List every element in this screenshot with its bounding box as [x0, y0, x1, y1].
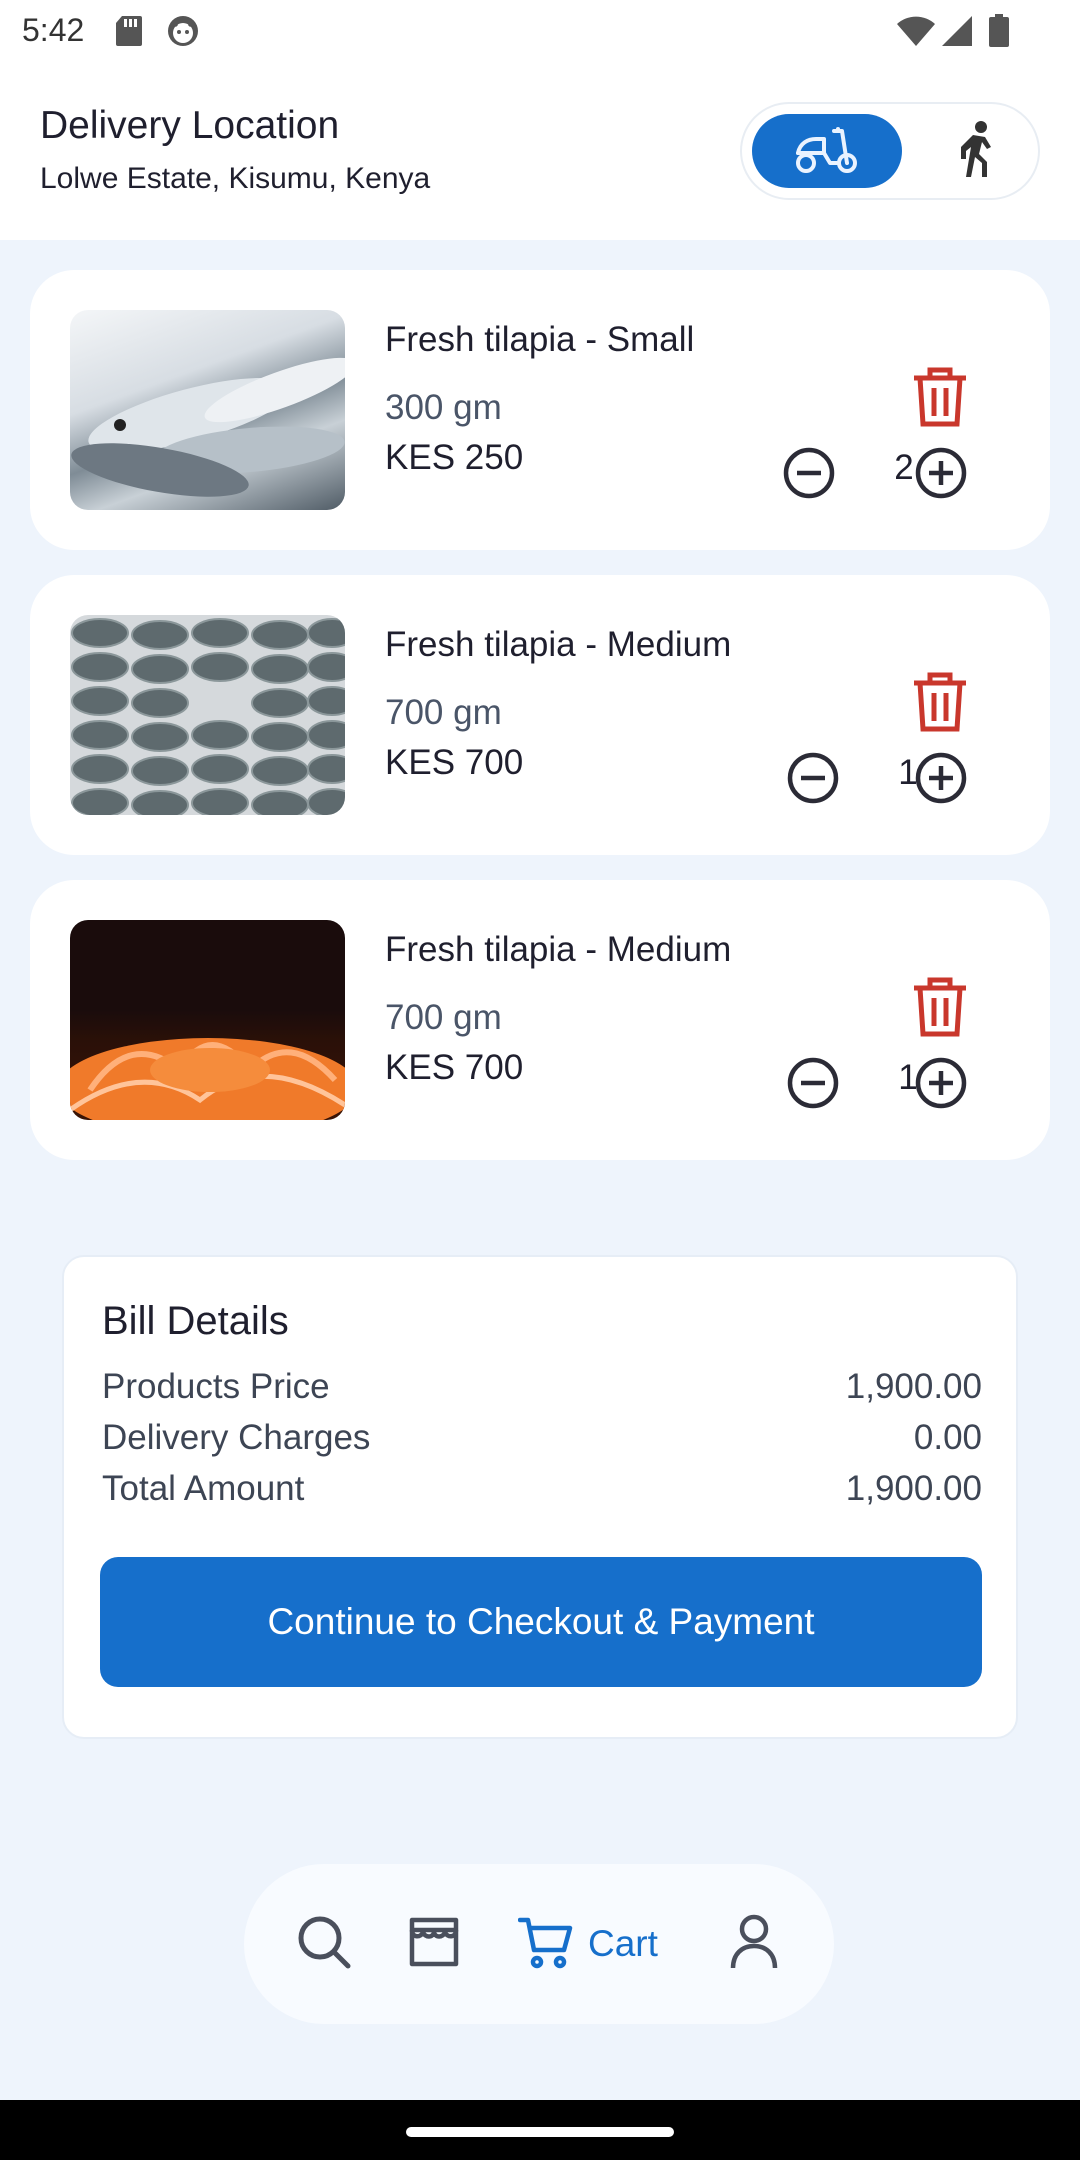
- scooter-icon: [794, 123, 860, 180]
- decrease-quantity-button[interactable]: [782, 446, 836, 500]
- status-time: 5:42: [22, 12, 85, 48]
- item-name: Fresh tilapia - Medium: [385, 930, 732, 969]
- bottom-navigation: Cart: [244, 1864, 834, 2024]
- bill-row-value: 1,900.00: [845, 1469, 982, 1508]
- item-weight: 700 gm: [385, 998, 502, 1037]
- pickup-mode-button[interactable]: [932, 114, 1022, 188]
- item-price: KES 250: [385, 438, 524, 477]
- sd-card-icon: [114, 14, 144, 53]
- minus-circle-icon: [786, 752, 840, 809]
- item-name: Fresh tilapia - Medium: [385, 625, 732, 664]
- nav-cart-label: Cart: [588, 1923, 658, 1964]
- item-weight: 700 gm: [385, 693, 502, 732]
- bill-row-label: Delivery Charges: [102, 1418, 371, 1457]
- bill-row-label: Products Price: [102, 1367, 330, 1406]
- status-bar: 5:42: [0, 0, 1080, 62]
- minus-circle-icon: [786, 1057, 840, 1114]
- bill-row-products-price: Products Price 1,900.00: [102, 1367, 982, 1413]
- delete-item-button[interactable]: [910, 366, 970, 428]
- nav-cart[interactable]: Cart: [517, 1914, 658, 1975]
- increase-quantity-button[interactable]: [914, 751, 968, 805]
- plus-circle-icon: [914, 447, 968, 504]
- item-weight: 300 gm: [385, 388, 502, 427]
- fish-on-ice-photo[interactable]: [70, 310, 345, 510]
- salmon-slices-photo[interactable]: [70, 920, 345, 1120]
- checkout-button[interactable]: Continue to Checkout & Payment: [100, 1557, 982, 1687]
- search-icon: [296, 1914, 352, 1975]
- cart-item: Fresh tilapia - Small 300 gm KES 250 2: [30, 270, 1050, 550]
- trash-icon: [910, 672, 970, 737]
- delivery-mode-toggle: [740, 102, 1040, 200]
- increase-quantity-button[interactable]: [914, 1056, 968, 1110]
- trash-icon: [910, 977, 970, 1042]
- minus-circle-icon: [782, 447, 836, 504]
- home-gesture-handle[interactable]: [406, 2127, 674, 2137]
- delete-item-button[interactable]: [910, 976, 970, 1038]
- bill-row-value: 1,900.00: [845, 1367, 982, 1406]
- delivery-mode-button[interactable]: [752, 114, 902, 188]
- bill-title: Bill Details: [102, 1299, 289, 1343]
- android-face-icon: [166, 14, 200, 53]
- bill-row-total-amount: Total Amount 1,900.00: [102, 1469, 982, 1515]
- profile-icon: [730, 1914, 778, 1975]
- wifi-icon: [896, 14, 936, 53]
- delivery-address[interactable]: Lolwe Estate, Kisumu, Kenya: [40, 162, 430, 196]
- cart-icon: [517, 1914, 574, 1975]
- nav-search[interactable]: [296, 1914, 352, 1974]
- item-price: KES 700: [385, 743, 524, 782]
- cell-signal-icon: [942, 14, 974, 53]
- bill-row-delivery-charges: Delivery Charges 0.00: [102, 1418, 982, 1464]
- plus-circle-icon: [914, 1057, 968, 1114]
- nav-profile[interactable]: [730, 1914, 778, 1974]
- battery-icon: [988, 14, 1010, 53]
- bill-row-label: Total Amount: [102, 1469, 305, 1508]
- delivery-location-title[interactable]: Delivery Location: [40, 104, 339, 148]
- nav-store[interactable]: [408, 1914, 460, 1974]
- cart-item: Fresh tilapia - Medium 700 gm KES 700 1: [30, 575, 1050, 855]
- item-price: KES 700: [385, 1048, 524, 1087]
- plus-circle-icon: [914, 752, 968, 809]
- decrease-quantity-button[interactable]: [786, 1056, 840, 1110]
- store-icon: [408, 1916, 460, 1973]
- decrease-quantity-button[interactable]: [786, 751, 840, 805]
- delete-item-button[interactable]: [910, 671, 970, 733]
- item-name: Fresh tilapia - Small: [385, 320, 695, 359]
- delivery-header: Delivery Location Lolwe Estate, Kisumu, …: [0, 62, 1080, 240]
- tilapia-rows-photo[interactable]: [70, 615, 345, 815]
- cart-item: Fresh tilapia - Medium 700 gm KES 700 1: [30, 880, 1050, 1160]
- walking-icon: [957, 120, 997, 182]
- bill-row-value: 0.00: [913, 1418, 982, 1457]
- bill-details-card: Bill Details Products Price 1,900.00 Del…: [62, 1255, 1018, 1739]
- increase-quantity-button[interactable]: [914, 446, 968, 500]
- trash-icon: [910, 367, 970, 432]
